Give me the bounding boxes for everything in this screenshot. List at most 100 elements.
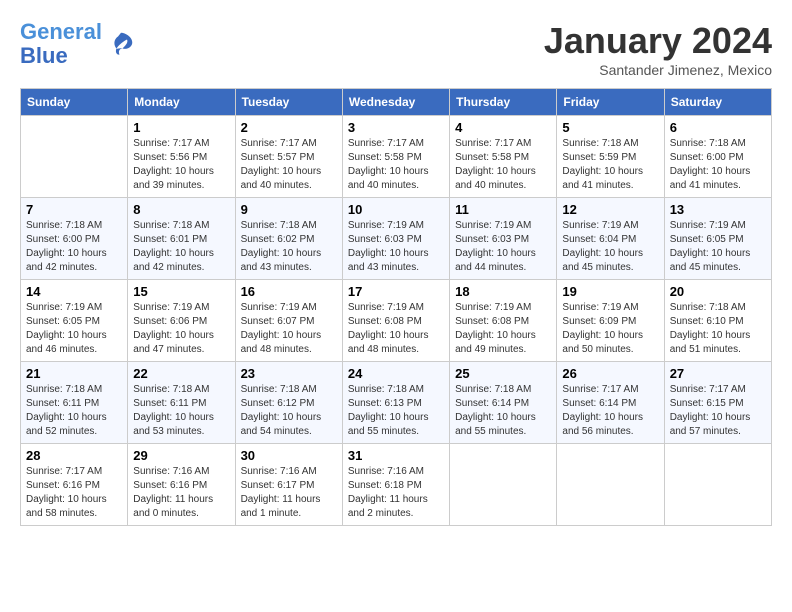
day-number: 30 [241, 448, 337, 463]
day-info: Sunrise: 7:16 AMSunset: 6:17 PMDaylight:… [241, 465, 337, 521]
day-info: Sunrise: 7:17 AMSunset: 6:16 PMDaylight:… [26, 465, 122, 521]
calendar-cell [557, 444, 664, 526]
day-info: Sunrise: 7:19 AMSunset: 6:09 PMDaylight:… [562, 301, 658, 357]
page-header: General Blue January 2024 Santander Jime… [20, 20, 772, 78]
calendar-header: SundayMondayTuesdayWednesdayThursdayFrid… [21, 89, 772, 116]
logo-bird-icon [106, 29, 136, 59]
calendar-cell: 31 Sunrise: 7:16 AMSunset: 6:18 PMDayligh… [342, 444, 449, 526]
day-number: 13 [670, 202, 766, 217]
day-number: 24 [348, 366, 444, 381]
day-info: Sunrise: 7:18 AMSunset: 6:02 PMDaylight:… [241, 219, 337, 275]
day-info: Sunrise: 7:19 AMSunset: 6:08 PMDaylight:… [348, 301, 444, 357]
month-title: January 2024 [544, 20, 772, 62]
calendar-cell: 13 Sunrise: 7:19 AMSunset: 6:05 PMDayligh… [664, 198, 771, 280]
day-info: Sunrise: 7:18 AMSunset: 6:11 PMDaylight:… [26, 383, 122, 439]
calendar-cell: 30 Sunrise: 7:16 AMSunset: 6:17 PMDayligh… [235, 444, 342, 526]
day-info: Sunrise: 7:18 AMSunset: 5:59 PMDaylight:… [562, 137, 658, 193]
calendar-week-row: 21 Sunrise: 7:18 AMSunset: 6:11 PMDayligh… [21, 362, 772, 444]
day-info: Sunrise: 7:19 AMSunset: 6:07 PMDaylight:… [241, 301, 337, 357]
weekday-header: Thursday [450, 89, 557, 116]
calendar-week-row: 1 Sunrise: 7:17 AMSunset: 5:56 PMDaylight… [21, 116, 772, 198]
day-info: Sunrise: 7:19 AMSunset: 6:05 PMDaylight:… [26, 301, 122, 357]
day-info: Sunrise: 7:19 AMSunset: 6:05 PMDaylight:… [670, 219, 766, 275]
day-info: Sunrise: 7:19 AMSunset: 6:08 PMDaylight:… [455, 301, 551, 357]
weekday-header: Friday [557, 89, 664, 116]
day-info: Sunrise: 7:18 AMSunset: 6:01 PMDaylight:… [133, 219, 229, 275]
day-number: 16 [241, 284, 337, 299]
day-number: 5 [562, 120, 658, 135]
day-number: 23 [241, 366, 337, 381]
day-info: Sunrise: 7:17 AMSunset: 6:14 PMDaylight:… [562, 383, 658, 439]
day-number: 12 [562, 202, 658, 217]
day-number: 11 [455, 202, 551, 217]
calendar-cell: 11 Sunrise: 7:19 AMSunset: 6:03 PMDayligh… [450, 198, 557, 280]
day-number: 29 [133, 448, 229, 463]
calendar-table: SundayMondayTuesdayWednesdayThursdayFrid… [20, 88, 772, 526]
calendar-cell: 18 Sunrise: 7:19 AMSunset: 6:08 PMDayligh… [450, 280, 557, 362]
calendar-cell: 12 Sunrise: 7:19 AMSunset: 6:04 PMDayligh… [557, 198, 664, 280]
day-number: 7 [26, 202, 122, 217]
day-info: Sunrise: 7:17 AMSunset: 5:56 PMDaylight:… [133, 137, 229, 193]
day-info: Sunrise: 7:17 AMSunset: 5:58 PMDaylight:… [348, 137, 444, 193]
calendar-cell: 29Sunrise: 7:16 AMSunset: 6:16 PMDayligh… [128, 444, 235, 526]
day-number: 19 [562, 284, 658, 299]
day-info: Sunrise: 7:19 AMSunset: 6:03 PMDaylight:… [348, 219, 444, 275]
day-number: 2 [241, 120, 337, 135]
day-info: Sunrise: 7:17 AMSunset: 6:15 PMDaylight:… [670, 383, 766, 439]
day-info: Sunrise: 7:19 AMSunset: 6:04 PMDaylight:… [562, 219, 658, 275]
day-info: Sunrise: 7:18 AMSunset: 6:11 PMDaylight:… [133, 383, 229, 439]
calendar-cell: 24 Sunrise: 7:18 AMSunset: 6:13 PMDayligh… [342, 362, 449, 444]
day-info: Sunrise: 7:18 AMSunset: 6:00 PMDaylight:… [670, 137, 766, 193]
calendar-cell [21, 116, 128, 198]
calendar-cell: 9 Sunrise: 7:18 AMSunset: 6:02 PMDaylight… [235, 198, 342, 280]
day-info: Sunrise: 7:17 AMSunset: 5:57 PMDaylight:… [241, 137, 337, 193]
calendar-body: 1 Sunrise: 7:17 AMSunset: 5:56 PMDaylight… [21, 116, 772, 526]
day-info: Sunrise: 7:19 AMSunset: 6:03 PMDaylight:… [455, 219, 551, 275]
calendar-cell: 16 Sunrise: 7:19 AMSunset: 6:07 PMDayligh… [235, 280, 342, 362]
day-info: Sunrise: 7:16 AMSunset: 6:18 PMDaylight:… [348, 465, 444, 521]
day-number: 28 [26, 448, 122, 463]
day-number: 21 [26, 366, 122, 381]
calendar-cell: 5 Sunrise: 7:18 AMSunset: 5:59 PMDaylight… [557, 116, 664, 198]
day-info: Sunrise: 7:18 AMSunset: 6:13 PMDaylight:… [348, 383, 444, 439]
weekday-header: Monday [128, 89, 235, 116]
calendar-cell: 15Sunrise: 7:19 AMSunset: 6:06 PMDayligh… [128, 280, 235, 362]
day-number: 10 [348, 202, 444, 217]
title-block: January 2024 Santander Jimenez, Mexico [544, 20, 772, 78]
calendar-cell: 28 Sunrise: 7:17 AMSunset: 6:16 PMDayligh… [21, 444, 128, 526]
day-info: Sunrise: 7:19 AMSunset: 6:06 PMDaylight:… [133, 301, 229, 357]
calendar-cell: 23Sunrise: 7:18 AMSunset: 6:12 PMDayligh… [235, 362, 342, 444]
calendar-week-row: 28 Sunrise: 7:17 AMSunset: 6:16 PMDayligh… [21, 444, 772, 526]
weekday-header: Wednesday [342, 89, 449, 116]
day-number: 22 [133, 366, 229, 381]
day-number: 31 [348, 448, 444, 463]
day-info: Sunrise: 7:18 AMSunset: 6:10 PMDaylight:… [670, 301, 766, 357]
day-number: 3 [348, 120, 444, 135]
calendar-cell: 4 Sunrise: 7:17 AMSunset: 5:58 PMDaylight… [450, 116, 557, 198]
calendar-week-row: 7 Sunrise: 7:18 AMSunset: 6:00 PMDaylight… [21, 198, 772, 280]
calendar-cell: 10 Sunrise: 7:19 AMSunset: 6:03 PMDayligh… [342, 198, 449, 280]
day-number: 27 [670, 366, 766, 381]
day-number: 4 [455, 120, 551, 135]
day-number: 1 [133, 120, 229, 135]
calendar-cell: 8 Sunrise: 7:18 AMSunset: 6:01 PMDaylight… [128, 198, 235, 280]
day-info: Sunrise: 7:18 AMSunset: 6:14 PMDaylight:… [455, 383, 551, 439]
day-number: 18 [455, 284, 551, 299]
day-number: 26 [562, 366, 658, 381]
day-info: Sunrise: 7:18 AMSunset: 6:00 PMDaylight:… [26, 219, 122, 275]
calendar-cell [450, 444, 557, 526]
weekday-header: Tuesday [235, 89, 342, 116]
day-number: 8 [133, 202, 229, 217]
calendar-week-row: 14Sunrise: 7:19 AMSunset: 6:05 PMDayligh… [21, 280, 772, 362]
calendar-cell: 19 Sunrise: 7:19 AMSunset: 6:09 PMDayligh… [557, 280, 664, 362]
calendar-cell: 7 Sunrise: 7:18 AMSunset: 6:00 PMDaylight… [21, 198, 128, 280]
calendar-cell: 27 Sunrise: 7:17 AMSunset: 6:15 PMDayligh… [664, 362, 771, 444]
calendar-cell: 2 Sunrise: 7:17 AMSunset: 5:57 PMDaylight… [235, 116, 342, 198]
calendar-cell [664, 444, 771, 526]
day-number: 25 [455, 366, 551, 381]
calendar-cell: 14Sunrise: 7:19 AMSunset: 6:05 PMDayligh… [21, 280, 128, 362]
day-number: 9 [241, 202, 337, 217]
calendar-cell: 17Sunrise: 7:19 AMSunset: 6:08 PMDayligh… [342, 280, 449, 362]
day-info: Sunrise: 7:17 AMSunset: 5:58 PMDaylight:… [455, 137, 551, 193]
calendar-cell: 3 Sunrise: 7:17 AMSunset: 5:58 PMDaylight… [342, 116, 449, 198]
